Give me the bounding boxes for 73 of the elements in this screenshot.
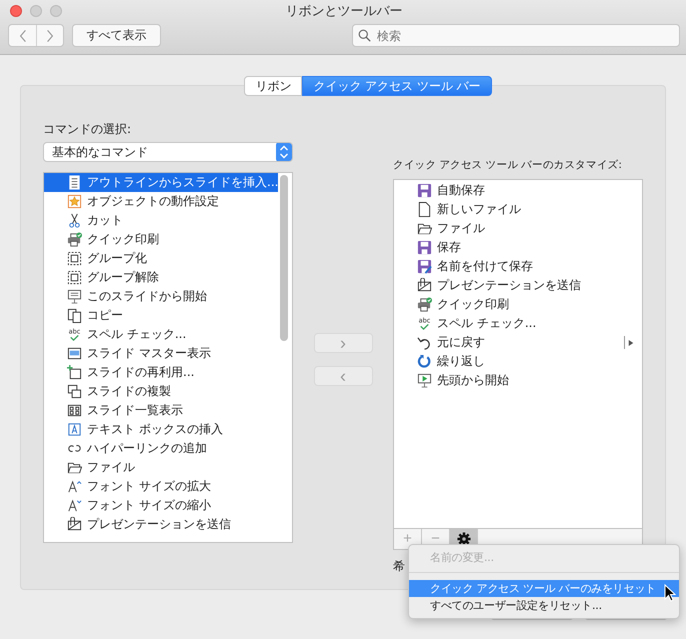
newfile-icon bbox=[417, 202, 432, 217]
undo-icon bbox=[417, 335, 432, 350]
ungroup-icon bbox=[67, 270, 82, 285]
sorter-icon bbox=[67, 403, 82, 418]
window-title: リボンとツールバー bbox=[286, 3, 402, 20]
minimize-button[interactable] bbox=[30, 5, 42, 17]
send-icon bbox=[67, 517, 82, 532]
scrollbar[interactable] bbox=[280, 175, 290, 341]
tab[interactable]: リボン bbox=[244, 76, 302, 96]
close-button[interactable] bbox=[10, 5, 22, 17]
commands-dropdown[interactable]: 基本的なコマンド bbox=[43, 142, 293, 162]
quick-access-item[interactable]: プレゼンテーションを送信 bbox=[394, 276, 642, 295]
command-item[interactable]: オブジェクトの動作設定 bbox=[44, 192, 292, 211]
command-item[interactable]: カット bbox=[44, 211, 292, 230]
command-item[interactable]: クイック印刷 bbox=[44, 230, 292, 249]
group-icon bbox=[67, 251, 82, 266]
command-item[interactable]: スライド一覧表示 bbox=[44, 401, 292, 420]
printer-icon bbox=[417, 297, 432, 312]
redo-icon bbox=[417, 354, 432, 369]
show-all-button[interactable]: すべて表示 bbox=[72, 24, 161, 47]
submenu-arrow-icon bbox=[624, 336, 634, 349]
mouse-pointer-icon bbox=[664, 584, 676, 602]
saveas-icon bbox=[417, 259, 432, 274]
screen-icon bbox=[67, 289, 82, 304]
command-item[interactable]: スライド マスター表示 bbox=[44, 344, 292, 363]
outline-icon bbox=[67, 175, 82, 190]
command-item[interactable]: グループ解除 bbox=[44, 268, 292, 287]
save-icon bbox=[417, 183, 432, 198]
printer-icon bbox=[67, 232, 82, 247]
duplicate-icon bbox=[67, 384, 82, 399]
quick-access-item[interactable]: クイック印刷 bbox=[394, 295, 642, 314]
command-item[interactable]: コピー bbox=[44, 306, 292, 325]
menu-item[interactable]: すべてのユーザー設定をリセット... bbox=[409, 597, 679, 614]
zoom-button[interactable] bbox=[50, 5, 62, 17]
quick-access-item[interactable]: ファイル bbox=[394, 219, 642, 238]
quick-access-item[interactable]: 新しいファイル bbox=[394, 200, 642, 219]
command-item[interactable]: スライドの再利用... bbox=[44, 363, 292, 382]
command-item[interactable]: ハイパーリンクの追加 bbox=[44, 439, 292, 458]
quick-access-item[interactable]: 元に戻す bbox=[394, 333, 642, 352]
quick-access-item[interactable]: 自動保存 bbox=[394, 181, 642, 200]
command-item[interactable]: ファイル bbox=[44, 458, 292, 477]
save-icon bbox=[417, 240, 432, 255]
scissors-icon bbox=[67, 213, 82, 228]
stepper-icon bbox=[276, 143, 292, 161]
commands-label: コマンドの選択: bbox=[43, 121, 132, 137]
command-item[interactable]: テキスト ボックスの挿入 bbox=[44, 420, 292, 439]
command-item[interactable]: フォント サイズの拡大 bbox=[44, 477, 292, 496]
play-icon bbox=[417, 373, 432, 388]
fontdown-icon bbox=[67, 498, 82, 513]
textbox-icon bbox=[67, 422, 82, 437]
reuse-icon bbox=[67, 365, 82, 380]
command-item[interactable]: フォント サイズの縮小 bbox=[44, 496, 292, 515]
fontup-icon bbox=[67, 479, 82, 494]
command-item[interactable]: プレゼンテーションを送信 bbox=[44, 515, 292, 534]
folder-icon bbox=[417, 221, 432, 236]
quick-access-item[interactable]: 繰り返し bbox=[394, 352, 642, 371]
field-label: 希 bbox=[393, 558, 405, 575]
command-item[interactable]: アウトラインからスライドを挿入... bbox=[44, 173, 278, 192]
quick-access-item[interactable]: 先頭から開始 bbox=[394, 371, 642, 390]
send-icon bbox=[417, 278, 432, 293]
command-item[interactable]: スライドの複製 bbox=[44, 382, 292, 401]
quick-access-item[interactable]: 名前を付けて保存 bbox=[394, 257, 642, 276]
quick-access-label: クイック アクセス ツール バーのカスタマイズ: bbox=[393, 158, 623, 173]
star-icon bbox=[67, 194, 82, 209]
command-item[interactable]: グループ化 bbox=[44, 249, 292, 268]
chevron-left-icon bbox=[18, 28, 26, 42]
copy-icon bbox=[67, 308, 82, 323]
search-field[interactable]: 検索 bbox=[352, 24, 680, 47]
chevron-right-icon bbox=[46, 28, 54, 42]
folder-icon bbox=[67, 460, 82, 475]
command-item[interactable]: このスライドから開始 bbox=[44, 287, 292, 306]
quick-access-item[interactable]: 保存 bbox=[394, 238, 642, 257]
master-icon bbox=[67, 346, 82, 361]
